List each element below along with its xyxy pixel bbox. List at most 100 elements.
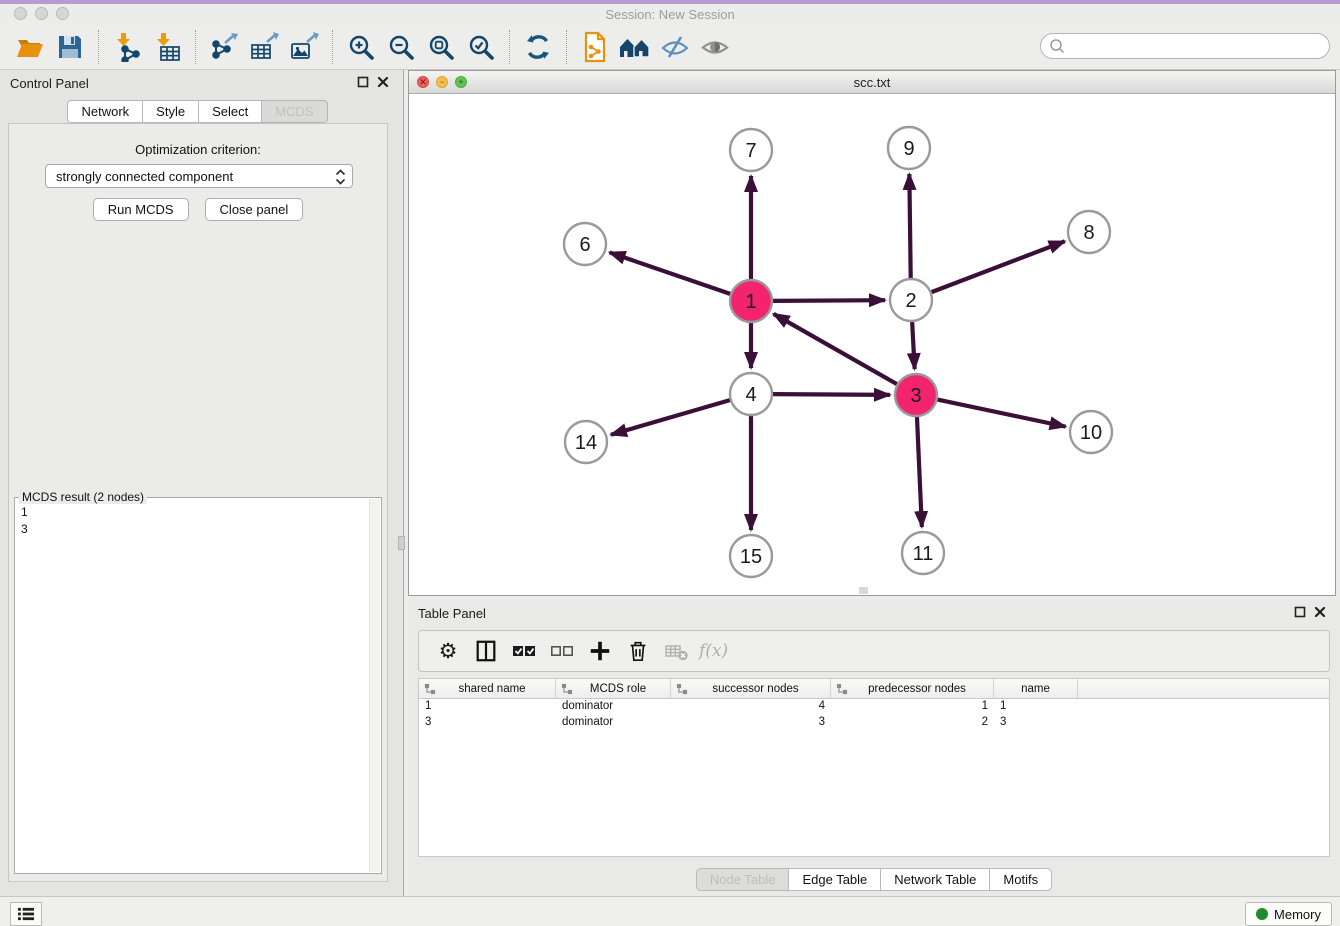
unselect-all-columns-icon[interactable] (547, 637, 577, 665)
tab-network[interactable]: Network (67, 100, 142, 123)
tab-node-table[interactable]: Node Table (696, 868, 789, 891)
status-bar: Memory (0, 896, 1340, 926)
node-table[interactable]: shared nameMCDS rolesuccessor nodesprede… (418, 678, 1330, 857)
memory-status-icon (1256, 908, 1268, 920)
table-row[interactable]: 1dominator411 (419, 699, 1329, 715)
table-panel: Table Panel ⚙ (408, 600, 1340, 896)
graph-node-label: 4 (745, 384, 756, 406)
table-row[interactable]: 3dominator323 (419, 715, 1329, 731)
graph-node-label: 9 (903, 138, 914, 160)
control-panel-title: Control Panel (10, 76, 89, 91)
export-network-icon[interactable] (207, 30, 241, 64)
graph-node-label: 7 (745, 140, 756, 162)
close-panel-icon[interactable] (377, 76, 389, 88)
graph-edge-1-2[interactable] (773, 300, 885, 301)
graph-node-label: 1 (745, 291, 756, 313)
node-table-body: 1dominator4113dominator323 (419, 699, 1329, 731)
table-cell[interactable]: 3 (419, 715, 556, 731)
graph-edge-4-3[interactable] (773, 394, 890, 395)
table-cell[interactable]: 3 (671, 715, 831, 731)
task-history-button[interactable] (10, 902, 42, 926)
show-all-icon[interactable] (698, 30, 732, 64)
graph-edge-3-1[interactable] (774, 314, 897, 384)
show-columns-icon[interactable] (471, 637, 501, 665)
zoom-selected-icon[interactable] (464, 30, 498, 64)
search-input[interactable] (1040, 33, 1330, 59)
column-header-predecessor-nodes[interactable]: predecessor nodes (831, 679, 994, 698)
column-header-name[interactable]: name (994, 679, 1078, 698)
toolbar-separator (332, 30, 333, 64)
close-panel-button[interactable]: Close panel (205, 198, 304, 221)
graph-node-label: 14 (575, 432, 597, 454)
graph-node-label: 8 (1083, 222, 1094, 244)
open-session-icon[interactable] (13, 30, 47, 64)
column-header-MCDS-role[interactable]: MCDS role (556, 679, 671, 698)
graph-node-label: 10 (1080, 422, 1102, 444)
network-window-titlebar[interactable]: ✕ − + scc.txt (409, 71, 1335, 94)
delete-column-icon[interactable] (623, 637, 653, 665)
table-cell[interactable]: 2 (831, 715, 994, 731)
function-builder-icon: f(x) (699, 637, 728, 665)
first-neighbors-icon[interactable] (618, 30, 652, 64)
table-cell[interactable]: 1 (831, 699, 994, 715)
apply-layout-icon[interactable] (521, 30, 555, 64)
graph-edge-1-6[interactable] (610, 252, 731, 293)
copy-network-icon[interactable] (578, 30, 612, 64)
zoom-fit-icon[interactable] (424, 30, 458, 64)
save-session-icon[interactable] (53, 30, 87, 64)
panel-divider-handle[interactable] (398, 536, 405, 550)
graph-edge-3-11[interactable] (917, 417, 922, 527)
export-image-icon[interactable] (287, 30, 321, 64)
table-cell[interactable]: 1 (419, 699, 556, 715)
main-toolbar (0, 24, 1340, 70)
table-cell[interactable]: 4 (671, 699, 831, 715)
table-cell[interactable]: dominator (556, 715, 671, 731)
import-table-icon[interactable] (150, 30, 184, 64)
export-table-icon[interactable] (247, 30, 281, 64)
hide-selected-icon[interactable] (658, 30, 692, 64)
graph-edge-2-9[interactable] (909, 174, 910, 278)
network-window-title: scc.txt (409, 75, 1335, 90)
close-table-panel-icon[interactable] (1314, 606, 1326, 618)
float-panel-icon[interactable] (357, 76, 369, 88)
graph-edge-3-10[interactable] (938, 400, 1066, 427)
select-all-columns-icon[interactable] (509, 637, 539, 665)
memory-button[interactable]: Memory (1245, 902, 1332, 926)
zoom-in-icon[interactable] (344, 30, 378, 64)
tab-motifs[interactable]: Motifs (989, 868, 1052, 891)
tab-edge-table[interactable]: Edge Table (788, 868, 880, 891)
control-panel: Control Panel NetworkStyleSelectMCDS Opt… (0, 70, 404, 896)
table-cell[interactable]: 3 (994, 715, 1078, 731)
control-panel-tabs: NetworkStyleSelectMCDS (0, 100, 395, 123)
search-icon (1049, 38, 1065, 54)
run-mcds-button[interactable]: Run MCDS (93, 198, 189, 221)
mcds-result-text[interactable]: 13 (15, 502, 369, 871)
graph-edge-2-3[interactable] (912, 322, 914, 369)
float-table-panel-icon[interactable] (1294, 606, 1306, 618)
zoom-out-icon[interactable] (384, 30, 418, 64)
table-panel-title: Table Panel (418, 606, 486, 621)
table-cell[interactable]: 1 (994, 699, 1078, 715)
import-network-icon[interactable] (110, 30, 144, 64)
graph-node-label: 3 (910, 385, 921, 407)
graph-node-label: 6 (579, 234, 590, 256)
graph-edge-2-8[interactable] (932, 241, 1065, 292)
network-graph-canvas[interactable]: 7968124314101511 (409, 94, 1335, 595)
column-header-successor-nodes[interactable]: successor nodes (671, 679, 831, 698)
tab-select[interactable]: Select (198, 100, 261, 123)
graph-node-label: 11 (913, 543, 934, 565)
memory-label: Memory (1274, 907, 1321, 922)
tab-style[interactable]: Style (142, 100, 198, 123)
table-options-icon[interactable]: ⚙ (433, 637, 463, 665)
network-scrollbar-thumb[interactable] (859, 587, 868, 594)
delete-table-icon (661, 637, 691, 665)
tab-mcds[interactable]: MCDS (261, 100, 327, 123)
tab-network-table[interactable]: Network Table (880, 868, 989, 891)
criterion-dropdown[interactable]: strongly connected component (45, 164, 353, 188)
mcds-result-scrollbar[interactable] (369, 499, 380, 872)
add-column-icon[interactable] (585, 637, 615, 665)
search-text-field[interactable] (1065, 39, 1329, 54)
table-cell[interactable]: dominator (556, 699, 671, 715)
column-header-shared-name[interactable]: shared name (419, 679, 556, 698)
graph-edge-4-14[interactable] (611, 400, 730, 435)
